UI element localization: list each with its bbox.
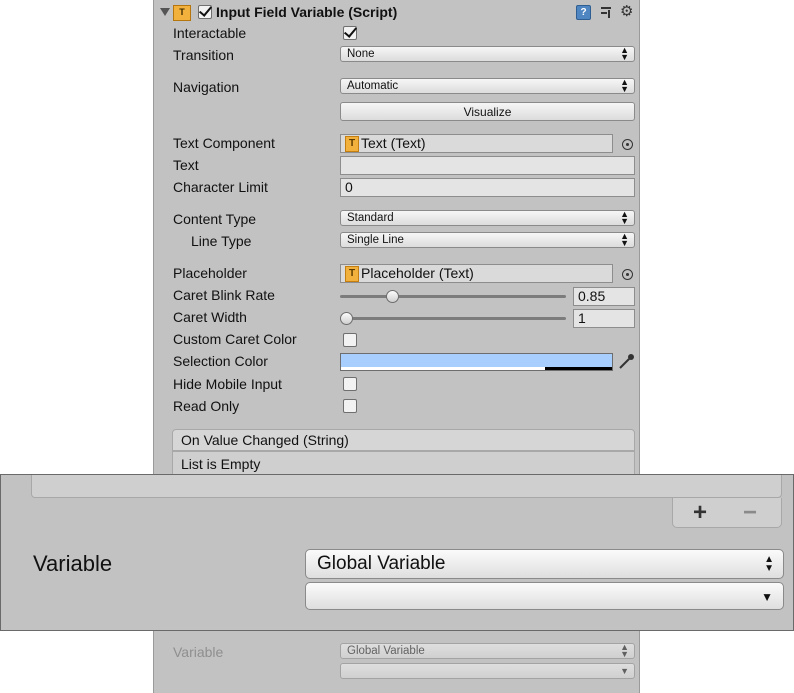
script-icon: T bbox=[173, 5, 191, 21]
updown-arrow-icon: ▲ ▼ bbox=[620, 231, 629, 248]
read-only-label: Read Only bbox=[173, 398, 240, 414]
text-component-icon: T bbox=[345, 136, 359, 152]
updown-arrow-icon: ▲ ▼ bbox=[620, 642, 629, 659]
faded-variable-dropdown: Global Variable ▲ ▼ bbox=[340, 643, 635, 659]
add-remove-footer: + − bbox=[672, 498, 782, 528]
text-component-value: Text (Text) bbox=[361, 135, 426, 151]
faded-variable-value: Global Variable bbox=[347, 645, 425, 657]
interactable-checkbox[interactable] bbox=[343, 26, 357, 40]
character-limit-label: Character Limit bbox=[173, 179, 268, 195]
caret-width-input[interactable]: 1 bbox=[573, 309, 635, 328]
alpha-bar-white bbox=[341, 367, 545, 370]
caret-width-track[interactable] bbox=[340, 317, 566, 320]
event-empty-label: List is Empty bbox=[181, 456, 261, 472]
transition-dropdown[interactable]: None ▲ ▼ bbox=[340, 46, 635, 62]
navigation-dropdown[interactable]: Automatic ▲ ▼ bbox=[340, 78, 635, 94]
content-type-value: Standard bbox=[347, 212, 394, 224]
text-component-field[interactable]: T Text (Text) bbox=[340, 134, 613, 153]
event-header-label: On Value Changed (String) bbox=[181, 432, 349, 448]
object-picker-icon[interactable] bbox=[622, 139, 633, 150]
content-type-dropdown[interactable]: Standard ▲ ▼ bbox=[340, 210, 635, 226]
line-type-value: Single Line bbox=[347, 234, 404, 246]
text-component-label: Text Component bbox=[173, 135, 275, 151]
faded-second-dropdown: ▼ bbox=[340, 663, 635, 679]
updown-arrow-icon: ▲ ▼ bbox=[764, 554, 774, 574]
visualize-label: Visualize bbox=[463, 105, 512, 119]
variable-label: Variable bbox=[33, 551, 113, 576]
faded-variable-label: Variable bbox=[173, 644, 224, 660]
placeholder-value: Placeholder (Text) bbox=[361, 265, 474, 281]
updown-arrow-icon: ▲ ▼ bbox=[620, 45, 629, 62]
updown-arrow-icon: ▲ ▼ bbox=[620, 209, 629, 226]
zoomed-callout: + − Variable Global Variable ▲ ▼ ▼ bbox=[0, 474, 794, 631]
text-label: Text bbox=[173, 157, 199, 173]
minus-icon[interactable]: − bbox=[743, 501, 757, 525]
caret-width-handle[interactable] bbox=[340, 312, 353, 325]
navigation-label: Navigation bbox=[173, 79, 240, 95]
character-limit-input[interactable]: 0 bbox=[340, 178, 635, 197]
hide-mobile-input-label: Hide Mobile Input bbox=[173, 376, 282, 392]
line-type-dropdown[interactable]: Single Line ▲ ▼ bbox=[340, 232, 635, 248]
preset-icon[interactable] bbox=[599, 5, 613, 19]
selection-color-label: Selection Color bbox=[173, 353, 268, 369]
chevron-down-icon: ▼ bbox=[761, 590, 773, 604]
navigation-value: Automatic bbox=[347, 80, 399, 92]
caret-width-label: Caret Width bbox=[173, 309, 247, 325]
foldout-arrow-icon[interactable] bbox=[160, 8, 170, 16]
caret-blink-rate-track[interactable] bbox=[340, 295, 566, 298]
gear-icon[interactable]: ⚙ bbox=[620, 2, 633, 20]
chevron-down-icon: ▼ bbox=[620, 666, 629, 676]
caret-blink-rate-handle[interactable] bbox=[385, 290, 399, 303]
zoom-list-bottom bbox=[31, 475, 782, 498]
line-type-label: Line Type bbox=[191, 233, 252, 249]
text-input[interactable] bbox=[340, 156, 635, 175]
placeholder-label: Placeholder bbox=[173, 265, 247, 281]
component-enabled-checkbox[interactable] bbox=[198, 5, 212, 19]
alpha-bar-black bbox=[545, 367, 612, 370]
caret-blink-rate-label: Caret Blink Rate bbox=[173, 287, 275, 303]
updown-arrow-icon: ▲ ▼ bbox=[620, 77, 629, 94]
caret-blink-rate-input[interactable]: 0.85 bbox=[573, 287, 635, 306]
content-type-label: Content Type bbox=[173, 211, 257, 227]
variable-dropdown[interactable]: Global Variable ▲ ▼ bbox=[305, 549, 784, 579]
eyedropper-icon[interactable] bbox=[617, 352, 635, 375]
event-header: On Value Changed (String) bbox=[172, 429, 635, 451]
interactable-label: Interactable bbox=[173, 25, 247, 41]
hide-mobile-input-checkbox[interactable] bbox=[343, 377, 357, 391]
variable-target-dropdown[interactable]: ▼ bbox=[305, 582, 784, 610]
text-component-icon: T bbox=[345, 266, 359, 282]
component-title: Input Field Variable (Script) bbox=[216, 4, 398, 20]
variable-value: Global Variable bbox=[317, 553, 446, 574]
plus-icon[interactable]: + bbox=[693, 501, 707, 525]
selection-color-swatch[interactable] bbox=[340, 353, 613, 371]
read-only-checkbox[interactable] bbox=[343, 399, 357, 413]
transition-value: None bbox=[347, 48, 375, 60]
visualize-button[interactable]: Visualize bbox=[340, 102, 635, 121]
transition-label: Transition bbox=[173, 47, 234, 63]
placeholder-field[interactable]: T Placeholder (Text) bbox=[340, 264, 613, 283]
object-picker-icon[interactable] bbox=[622, 269, 633, 280]
custom-caret-color-label: Custom Caret Color bbox=[173, 331, 297, 347]
custom-caret-color-checkbox[interactable] bbox=[343, 333, 357, 347]
help-icon[interactable]: ? bbox=[576, 5, 591, 20]
